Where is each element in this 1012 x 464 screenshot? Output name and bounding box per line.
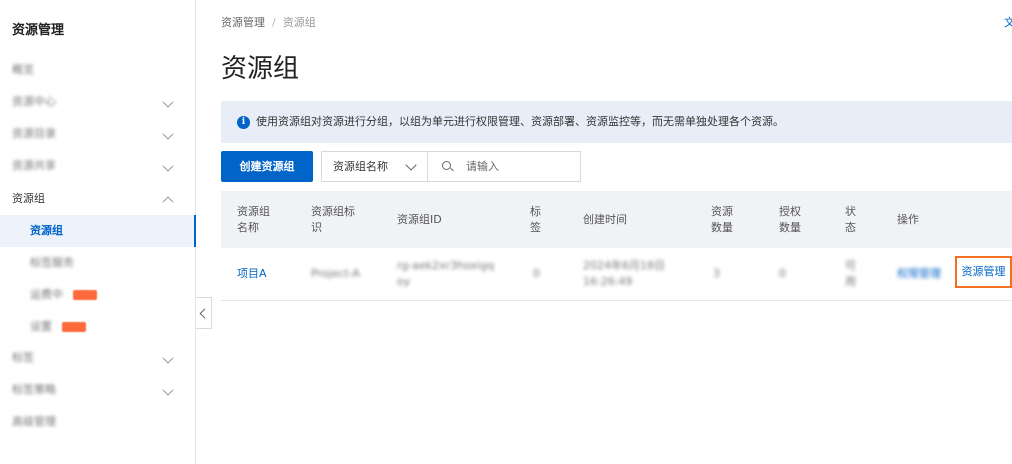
sidebar-item-tag-service[interactable]: 标签服务 bbox=[0, 247, 196, 279]
page-title: 资源组 bbox=[221, 54, 300, 84]
sidebar-item-label: 设置 bbox=[30, 320, 52, 333]
chevron-down-icon bbox=[162, 384, 174, 396]
auth-count: 0 bbox=[779, 267, 786, 280]
breadcrumb-current: 资源组 bbox=[282, 16, 316, 29]
column-header-identifier: 资源组标 识 bbox=[311, 204, 355, 234]
search-icon bbox=[442, 161, 451, 170]
sidebar-item-resource-center[interactable]: 资源中心 bbox=[0, 86, 196, 118]
notice-text: 使用资源组对资源进行分组，以组为单元进行权限管理、资源部署、资源监控等，而无需单… bbox=[256, 115, 784, 128]
new-badge bbox=[72, 290, 97, 300]
search-input[interactable]: 请输入 bbox=[427, 151, 581, 182]
filter-select-value: 资源组名称 bbox=[333, 160, 388, 173]
chevron-up-icon bbox=[162, 196, 174, 208]
info-notice: i 使用资源组对资源进行分组，以组为单元进行权限管理、资源部署、资源监控等，而无需… bbox=[221, 101, 1012, 143]
column-header-status: 状 态 bbox=[845, 204, 856, 234]
resource-count: 3 bbox=[713, 267, 720, 280]
sidebar-item-label: 标签服务 bbox=[30, 256, 74, 269]
column-header-created: 创建时间 bbox=[583, 212, 627, 226]
column-header-name: 资源组 名称 bbox=[237, 204, 270, 234]
chevron-down-icon bbox=[162, 128, 174, 140]
sidebar-item-shipping[interactable]: 运费中 bbox=[0, 279, 196, 311]
resource-group-id: rg-aek2xr3hoxigqoy bbox=[397, 259, 495, 288]
sidebar-item-label: 资源中心 bbox=[12, 95, 56, 108]
sidebar: 资源管理 概览 资源中心 资源目录 资源共享 资源组 资源组 标签服务 运费中 … bbox=[0, 0, 196, 464]
table-row: 项目A Project-A rg-aek2xr3hoxigqoy 0 2024年… bbox=[221, 248, 1012, 301]
sidebar-item-label: 运费中 bbox=[30, 288, 63, 301]
resource-group-identifier: Project-A bbox=[311, 267, 360, 280]
sidebar-item-resource-sharing[interactable]: 资源共享 bbox=[0, 150, 196, 182]
breadcrumb-root[interactable]: 资源管理 bbox=[221, 16, 265, 29]
sidebar-item-label: 标签 bbox=[12, 351, 34, 364]
permission-manage-link[interactable]: 权限管理 bbox=[897, 266, 941, 282]
sidebar-item-label: 资源组 bbox=[12, 192, 45, 205]
sidebar-item-resource-group[interactable]: 资源组 bbox=[0, 215, 196, 247]
sidebar-item-label: 概览 bbox=[12, 63, 34, 76]
sidebar-group-resource-group[interactable]: 资源组 bbox=[0, 183, 196, 215]
sidebar-item-advanced[interactable]: 高级管理 bbox=[0, 406, 196, 438]
column-header-id: 资源组ID bbox=[397, 212, 442, 226]
column-header-auth-count: 授权 数量 bbox=[779, 204, 801, 234]
info-icon: i bbox=[237, 115, 250, 129]
resource-group-name-link[interactable]: 项目A bbox=[237, 248, 267, 300]
sidebar-item-tags[interactable]: 标签 bbox=[0, 342, 196, 374]
sidebar-item-overview[interactable]: 概览 bbox=[0, 54, 196, 86]
breadcrumb-separator: / bbox=[272, 16, 276, 29]
column-header-tags: 标 签 bbox=[530, 204, 541, 234]
new-badge bbox=[61, 322, 86, 332]
sidebar-collapse-button[interactable] bbox=[196, 297, 212, 329]
sidebar-item-label: 资源目录 bbox=[12, 127, 56, 140]
chevron-down-icon bbox=[162, 160, 174, 172]
chevron-left-icon bbox=[199, 308, 210, 319]
sidebar-item-settings[interactable]: 设置 bbox=[0, 311, 196, 343]
resource-group-tags: 0 bbox=[533, 267, 540, 280]
sidebar-title: 资源管理 bbox=[12, 23, 65, 38]
sidebar-item-label: 高级管理 bbox=[12, 415, 56, 428]
resource-group-created-time: 2024年6月18日 16:26:49 bbox=[583, 259, 665, 288]
chevron-down-icon bbox=[405, 159, 417, 171]
table-header: 资源组 名称 资源组标 识 资源组ID 标 签 创建时间 资源 数量 授权 数量… bbox=[221, 191, 1012, 248]
sidebar-item-label: 资源共享 bbox=[12, 159, 56, 172]
docs-link[interactable]: 文 bbox=[1004, 14, 1012, 30]
sidebar-item-label: 资源组 bbox=[30, 224, 63, 237]
column-header-resource-count: 资源 数量 bbox=[711, 204, 733, 234]
search-placeholder: 请输入 bbox=[466, 160, 499, 173]
status-badge: 可用 bbox=[845, 259, 856, 288]
sidebar-item-tag-policy[interactable]: 标签策略 bbox=[0, 374, 196, 406]
sidebar-item-resource-directory[interactable]: 资源目录 bbox=[0, 118, 196, 150]
column-header-actions: 操作 bbox=[897, 212, 919, 226]
create-resource-group-button[interactable]: 创建资源组 bbox=[221, 151, 313, 182]
breadcrumb: 资源管理 / 资源组 bbox=[221, 14, 316, 30]
chevron-down-icon bbox=[162, 352, 174, 364]
sidebar-item-label: 标签策略 bbox=[12, 383, 56, 396]
filter-field-select[interactable]: 资源组名称 bbox=[321, 151, 428, 182]
chevron-down-icon bbox=[162, 96, 174, 108]
resource-manage-link[interactable]: 资源管理 bbox=[955, 256, 1012, 288]
